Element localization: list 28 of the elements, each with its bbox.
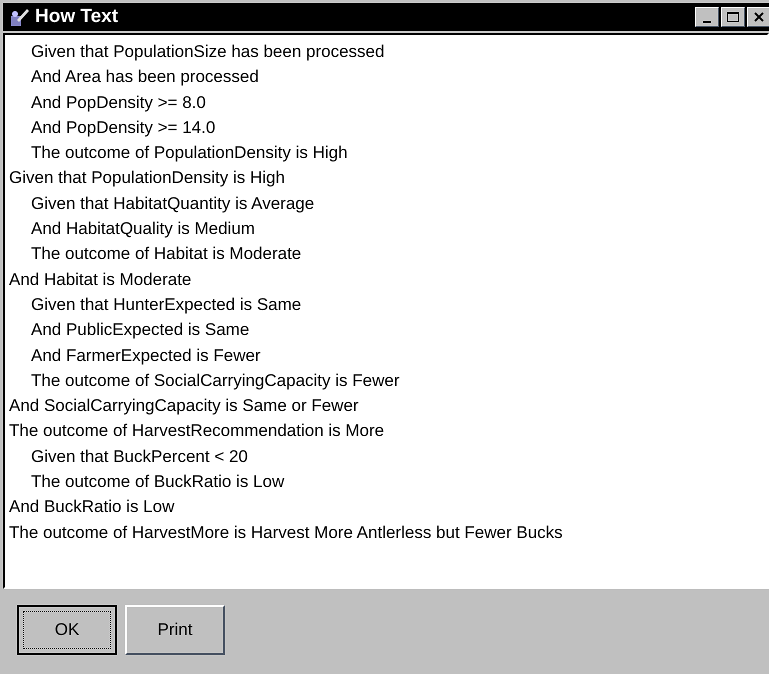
text-line: And HabitatQuality is Medium <box>31 218 255 240</box>
text-line: The outcome of Habitat is Moderate <box>31 243 302 266</box>
text-line: And PopDensity >= 8.0 <box>31 92 206 114</box>
dialog-button[interactable]: OK <box>17 605 117 655</box>
maximize-button[interactable] <box>721 7 745 27</box>
window-title: How Text <box>35 4 118 29</box>
text-line: Given that HabitatQuantity is Average <box>31 192 314 215</box>
text-line: Given that HunterExpected is Same <box>31 294 302 316</box>
text-line: The outcome of BuckRatio is Low <box>31 471 284 494</box>
text-line: The outcome of PopulationDensity is High <box>31 142 348 164</box>
text-line: And BuckRatio is Low <box>9 496 174 518</box>
text-line: And SocialCarryingCapacity is Same or Fewer <box>9 395 359 418</box>
text-line: And Area has been processed <box>31 66 259 88</box>
app-icon <box>9 6 31 28</box>
text-line: And Habitat is Moderate <box>9 268 192 291</box>
text-line: The outcome of HarvestRecommendation is More <box>9 420 384 442</box>
text-line: The outcome of HarvestMore is Harvest More Antlerless but Fewer Bucks <box>9 522 563 544</box>
text-line: And PopDensity >= 14.0 <box>31 116 216 139</box>
close-icon <box>754 12 764 22</box>
text-line: And FarmerExpected is Fewer <box>31 344 261 367</box>
text-line: Given that BuckPercent < 20 <box>31 446 248 468</box>
text-line: The outcome of SocialCarryingCapacity is Fewer <box>31 370 400 392</box>
text-line: And PublicExpected is Same <box>31 319 250 342</box>
close-button[interactable] <box>747 7 769 27</box>
text-line: Given that PopulationDensity is High <box>9 167 285 190</box>
minimize-button[interactable] <box>695 7 719 27</box>
dialog-button[interactable]: Print <box>125 605 225 655</box>
text-line: Given that PopulationSize has been processed <box>31 41 384 63</box>
